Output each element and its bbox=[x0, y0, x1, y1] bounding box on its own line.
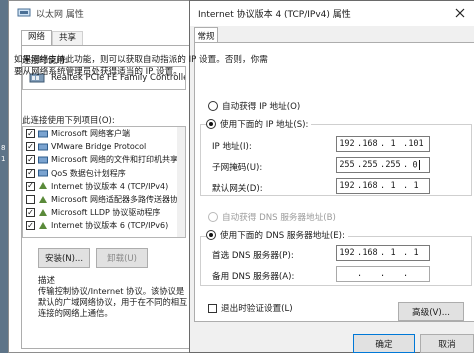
ip-octet-4: 101 bbox=[408, 139, 424, 149]
description-title: 描述 bbox=[38, 276, 56, 286]
subnet-label: 子网掩码(U): bbox=[212, 163, 263, 173]
component-label: Microsoft LLDP 协议驱动程序 bbox=[51, 208, 161, 218]
network-adapter-icon bbox=[17, 8, 31, 18]
ip-address-field[interactable]: 192. 168. 1. 101 bbox=[336, 136, 430, 152]
network-component-icon bbox=[38, 156, 48, 164]
close-icon[interactable] bbox=[452, 5, 468, 21]
manual-ip-radio[interactable] bbox=[206, 119, 216, 129]
auto-dns-label: 自动获得 DNS 服务器地址(B) bbox=[222, 213, 336, 223]
manual-dns-radio-row[interactable]: 使用下面的 DNS 服务器地址(E): bbox=[206, 229, 348, 241]
manual-ip-radio-row[interactable]: 使用下面的 IP 地址(S): bbox=[206, 118, 312, 130]
advanced-button[interactable]: 高级(V)... bbox=[398, 302, 464, 321]
validate-label: 退出时验证设置(L) bbox=[221, 304, 293, 314]
component-checkbox[interactable]: ✓ bbox=[26, 221, 35, 231]
auto-ip-label: 自动获得 IP 地址(O) bbox=[222, 102, 301, 112]
auto-dns-radio[interactable] bbox=[208, 212, 218, 222]
preferred-dns-field[interactable]: 192. 168. 1. 1 bbox=[336, 245, 430, 261]
network-component-icon bbox=[39, 208, 47, 216]
dialog-titlebar: Internet 协议版本 4 (TCP/IPv4) 属性 bbox=[190, 1, 474, 26]
auto-dns-radio-row[interactable]: 自动获得 DNS 服务器地址(B) bbox=[208, 211, 336, 223]
pdns-octet-1: 192 bbox=[339, 248, 355, 258]
list-item[interactable]: ✓ Microsoft LLDP 协议驱动程序 bbox=[23, 206, 185, 219]
subnet-mask-field[interactable]: 255. 255. 255. 0 bbox=[336, 157, 430, 173]
dialog-tabs: 常规 bbox=[194, 27, 218, 43]
intro-text: 如果网络支持此功能，则可以获取自动指派的 IP 设置。否则，你需要从网络系统管理… bbox=[14, 55, 268, 77]
alternate-dns-field[interactable]: . . . bbox=[336, 266, 430, 282]
list-item[interactable]: ✓ Internet 协议版本 6 (TCP/IPv6) bbox=[23, 219, 185, 232]
subnet-octet-4: 0 bbox=[412, 160, 418, 171]
ip-octet-3: 1 bbox=[390, 139, 396, 149]
gateway-label: 默认网关(D): bbox=[212, 184, 263, 194]
component-label: VMware Bridge Protocol bbox=[51, 142, 147, 152]
list-item[interactable]: ✓ Microsoft 网络客户端 bbox=[23, 127, 185, 140]
gateway-octet-3: 1 bbox=[390, 181, 396, 191]
manual-ip-label: 使用下面的 IP 地址(S): bbox=[220, 120, 309, 130]
list-item[interactable]: ✓ VMware Bridge Protocol bbox=[23, 140, 185, 153]
validate-checkbox[interactable] bbox=[208, 303, 217, 313]
components-label: 此连接使用下列项目(O): bbox=[22, 116, 115, 126]
component-label: Internet 协议版本 6 (TCP/IPv6) bbox=[51, 221, 169, 231]
pdns-octet-4: 1 bbox=[413, 248, 419, 258]
list-item[interactable]: ✓ Microsoft 网络的文件和打印机共享 bbox=[23, 153, 185, 166]
pdns-octet-2: 168 bbox=[362, 248, 378, 258]
cancel-button[interactable]: 取消 bbox=[420, 334, 474, 353]
components-scrollbar[interactable] bbox=[177, 127, 185, 237]
component-checkbox[interactable]: ✓ bbox=[26, 168, 35, 178]
subnet-octet-4-wrap: 0 bbox=[406, 159, 426, 171]
preferred-dns-label: 首选 DNS 服务器(P): bbox=[212, 251, 294, 261]
tab-sharing[interactable]: 共享 bbox=[52, 31, 84, 45]
component-checkbox[interactable] bbox=[26, 195, 35, 205]
manual-dns-radio[interactable] bbox=[206, 230, 216, 240]
component-checkbox[interactable]: ✓ bbox=[26, 142, 35, 152]
components-list[interactable]: ✓ Microsoft 网络客户端 ✓ VMware Bridge Protoc… bbox=[22, 126, 186, 238]
ip-octet-1: 192 bbox=[339, 139, 355, 149]
left-strip-text-1: 8 bbox=[1, 144, 6, 152]
component-checkbox[interactable]: ✓ bbox=[26, 155, 35, 165]
ip-octet-2: 168 bbox=[362, 139, 378, 149]
ethernet-window-title: 以太网 属性 bbox=[36, 9, 84, 20]
auto-ip-radio-row[interactable]: 自动获得 IP 地址(O) bbox=[208, 100, 300, 112]
component-checkbox[interactable]: ✓ bbox=[26, 181, 35, 191]
subnet-octet-3: 255 bbox=[385, 160, 401, 170]
gateway-octet-2: 168 bbox=[362, 181, 378, 191]
install-button[interactable]: 安装(N)... bbox=[38, 248, 90, 268]
tab-network[interactable]: 网络 bbox=[21, 30, 53, 45]
ethernet-tabs: 网络 共享 bbox=[21, 30, 84, 45]
ok-button[interactable]: 确定 bbox=[353, 334, 415, 353]
ip-label: IP 地址(I): bbox=[212, 142, 252, 152]
network-component-icon bbox=[38, 169, 48, 177]
component-label: Internet 协议版本 4 (TCP/IPv4) bbox=[51, 181, 169, 191]
dialog-title: Internet 协议版本 4 (TCP/IPv4) 属性 bbox=[198, 10, 351, 20]
component-label: Microsoft 网络客户端 bbox=[51, 129, 130, 139]
gateway-octet-1: 192 bbox=[339, 181, 355, 191]
list-item[interactable]: ✓ Internet 协议版本 4 (TCP/IPv4) bbox=[23, 180, 185, 193]
component-checkbox[interactable]: ✓ bbox=[26, 129, 35, 139]
component-label: QoS 数据包计划程序 bbox=[51, 168, 126, 178]
network-component-icon bbox=[38, 143, 48, 151]
subnet-octet-1: 255 bbox=[339, 160, 355, 170]
pdns-octet-3: 1 bbox=[390, 248, 396, 258]
component-checkbox[interactable]: ✓ bbox=[26, 208, 35, 218]
list-item[interactable]: ✓ QoS 数据包计划程序 bbox=[23, 167, 185, 180]
component-label: Microsoft 网络适配器多路传送器协议 bbox=[51, 195, 186, 205]
manual-dns-label: 使用下面的 DNS 服务器地址(E): bbox=[220, 231, 345, 241]
network-component-icon bbox=[39, 195, 47, 203]
gateway-field[interactable]: 192. 168. 1. 1 bbox=[336, 178, 430, 194]
gateway-octet-4: 1 bbox=[413, 181, 419, 191]
component-label: Microsoft 网络的文件和打印机共享 bbox=[51, 155, 178, 165]
network-component-icon bbox=[39, 182, 47, 190]
ethernet-titlebar: 以太网 属性 bbox=[9, 1, 197, 25]
network-component-icon bbox=[39, 221, 47, 229]
validate-row[interactable]: 退出时验证设置(L) bbox=[208, 302, 293, 314]
alternate-dns-label: 备用 DNS 服务器(A): bbox=[212, 272, 295, 282]
network-component-icon bbox=[38, 130, 48, 138]
text-caret bbox=[418, 159, 420, 170]
tab-general[interactable]: 常规 bbox=[194, 27, 218, 43]
auto-ip-radio[interactable] bbox=[208, 101, 218, 111]
subnet-octet-2: 255 bbox=[362, 160, 378, 170]
left-strip-text-2: 1 bbox=[1, 155, 6, 163]
uninstall-button[interactable]: 卸载(U) bbox=[96, 248, 148, 268]
description-text: 传输控制协议/Internet 协议。该协议是默认的广域网络协议，用于在不同的相… bbox=[38, 286, 188, 318]
list-item[interactable]: Microsoft 网络适配器多路传送器协议 bbox=[23, 193, 185, 206]
